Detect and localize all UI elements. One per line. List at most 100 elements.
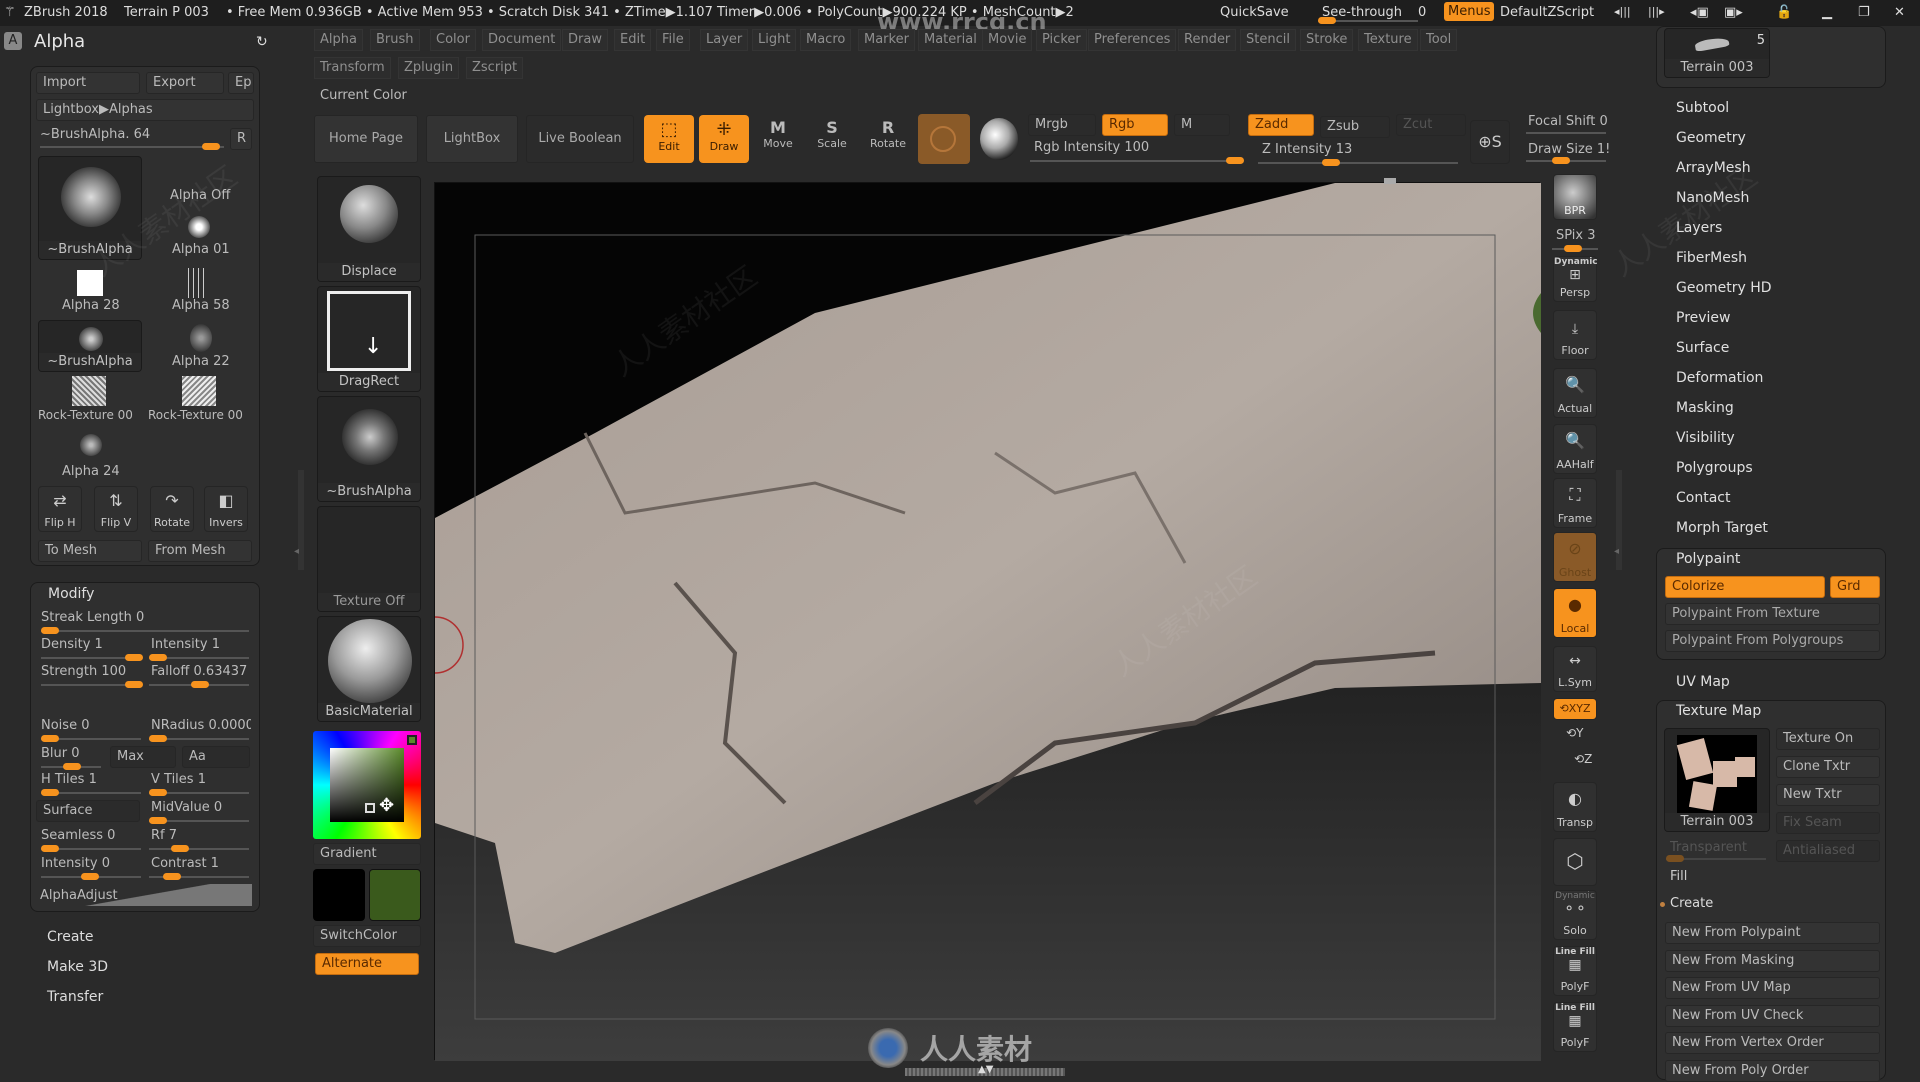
- restore-icon[interactable]: ❐: [1858, 5, 1870, 20]
- close-icon[interactable]: ✕: [1894, 5, 1905, 20]
- xyz-rotate-button[interactable]: ⟲XYZ: [1553, 698, 1597, 720]
- menu-file[interactable]: File: [656, 29, 690, 51]
- draw-size-slider[interactable]: [1526, 157, 1606, 164]
- draw-button[interactable]: ⁜ Draw: [699, 115, 749, 163]
- rock-texture-preview-2[interactable]: [182, 376, 216, 406]
- tool-subpalette-morph-target[interactable]: Morph Target: [1676, 520, 1768, 536]
- menu-render[interactable]: Render: [1178, 29, 1237, 51]
- tool-subpalette-surface[interactable]: Surface: [1676, 340, 1729, 356]
- zsub-button[interactable]: Zsub: [1320, 116, 1390, 138]
- cube-button[interactable]: ⬡: [1553, 838, 1597, 886]
- colorize-button[interactable]: Colorize: [1665, 576, 1825, 598]
- rf-slider[interactable]: [149, 845, 249, 852]
- tool-subpalette-preview[interactable]: Preview: [1676, 310, 1731, 326]
- streak-length-slider[interactable]: [41, 627, 249, 634]
- rock-texture-preview-1[interactable]: [72, 376, 106, 406]
- focal-shift-slider[interactable]: [1526, 132, 1606, 134]
- tool-subpalette-arraymesh[interactable]: ArrayMesh: [1676, 160, 1751, 176]
- polypaint-from-texture-button[interactable]: Polypaint From Texture: [1665, 603, 1880, 625]
- intensity-adjust-slider[interactable]: [41, 873, 141, 880]
- texture-new-from-polypaint-button[interactable]: New From Polypaint: [1665, 922, 1880, 944]
- refresh-icon[interactable]: ↻: [256, 34, 268, 50]
- secondary-color-swatch[interactable]: [369, 869, 421, 921]
- mrgb-button[interactable]: Mrgb: [1028, 114, 1096, 136]
- material-button[interactable]: BasicMaterial: [317, 616, 421, 722]
- new-txtr-button[interactable]: New Txtr: [1776, 784, 1880, 806]
- texture-new-from-uv-check-button[interactable]: New From UV Check: [1665, 1004, 1880, 1027]
- clone-txtr-button[interactable]: Clone Txtr: [1776, 756, 1880, 778]
- menu-brush[interactable]: Brush: [370, 29, 420, 51]
- invert-button[interactable]: ◧ Invers: [204, 486, 248, 532]
- quicksave-button[interactable]: QuickSave: [1220, 5, 1289, 20]
- shrink-ui-icon[interactable]: ◂|||: [1614, 5, 1631, 18]
- menu-stencil[interactable]: Stencil: [1240, 29, 1296, 51]
- brush-button[interactable]: Displace: [317, 176, 421, 282]
- import-button[interactable]: Import: [36, 72, 140, 94]
- alpha-thumb-brushalpha[interactable]: ~BrushAlpha: [38, 156, 142, 260]
- tool-subpalette-fibermesh[interactable]: FiberMesh: [1676, 250, 1747, 266]
- rotate-tool-button[interactable]: R Rotate: [866, 118, 910, 162]
- flip-v-button[interactable]: ⇅ Flip V: [94, 486, 138, 532]
- ep-button[interactable]: Ep: [228, 72, 254, 94]
- tool-subpalette-masking[interactable]: Masking: [1676, 400, 1734, 416]
- minimize-icon[interactable]: ▁: [1822, 5, 1832, 20]
- z-rotate-button[interactable]: ⟲Z: [1574, 752, 1592, 766]
- intensity-slider[interactable]: [149, 654, 249, 661]
- alternate-button[interactable]: Alternate: [315, 953, 419, 975]
- nradius-slider[interactable]: [149, 735, 249, 742]
- brushalpha-slider[interactable]: [40, 143, 224, 150]
- switch-color-button[interactable]: SwitchColor: [313, 925, 421, 947]
- menu-tool[interactable]: Tool: [1420, 29, 1458, 51]
- layout-prev-icon[interactable]: ◂▣: [1690, 5, 1709, 20]
- flip-h-button[interactable]: ⇄ Flip H: [38, 486, 82, 532]
- tool-subpalette-geometry[interactable]: Geometry: [1676, 130, 1746, 146]
- menu-movie[interactable]: Movie: [982, 29, 1033, 51]
- zadd-button[interactable]: Zadd: [1248, 114, 1314, 136]
- contrast-slider[interactable]: [149, 873, 249, 880]
- menus-toggle[interactable]: Menus: [1444, 2, 1495, 21]
- menu-macro[interactable]: Macro: [800, 29, 852, 51]
- move-button[interactable]: M Move: [756, 118, 800, 162]
- texture-thumb[interactable]: Terrain 003: [1664, 728, 1770, 832]
- local-button[interactable]: ● Local: [1553, 588, 1597, 638]
- bpr-button[interactable]: BPR: [1553, 174, 1597, 220]
- texture-new-from-uv-map-button[interactable]: New From UV Map: [1665, 977, 1880, 999]
- fix-seam-button[interactable]: Fix Seam: [1776, 812, 1880, 834]
- layout-next-icon[interactable]: ▣▸: [1724, 5, 1743, 20]
- to-mesh-button[interactable]: To Mesh: [38, 540, 142, 562]
- tool-subpalette-nanomesh[interactable]: NanoMesh: [1676, 190, 1749, 206]
- menu-color[interactable]: Color: [430, 29, 476, 51]
- texture-on-button[interactable]: Texture On: [1776, 728, 1880, 750]
- menu-transform[interactable]: Transform: [314, 57, 391, 79]
- gradient-button[interactable]: Gradient: [313, 843, 421, 865]
- reset-button[interactable]: R: [230, 128, 252, 150]
- alpha-28-preview[interactable]: [77, 270, 103, 296]
- alpha-24-preview[interactable]: [80, 434, 102, 456]
- subtool-thumb[interactable]: 5 Terrain 003: [1664, 28, 1770, 78]
- rgb-intensity-slider[interactable]: [1030, 157, 1244, 164]
- seamless-slider[interactable]: [41, 845, 141, 852]
- alpha-01-preview[interactable]: [188, 216, 210, 238]
- color-picker-cursor[interactable]: [365, 803, 375, 813]
- texture-map-title[interactable]: Texture Map: [1676, 703, 1761, 719]
- menu-preferences[interactable]: Preferences: [1088, 29, 1177, 51]
- menu-stroke[interactable]: Stroke: [1300, 29, 1354, 51]
- menu-texture[interactable]: Texture: [1358, 29, 1418, 51]
- material-sphere-button[interactable]: [918, 114, 970, 164]
- alpha-button[interactable]: ~BrushAlpha: [317, 396, 421, 502]
- polyf-button[interactable]: Line Fill ▦ PolyF: [1553, 946, 1597, 996]
- lsym-button[interactable]: ↔ L.Sym: [1553, 646, 1597, 692]
- transp-button[interactable]: ◐ Transp: [1553, 782, 1597, 832]
- grd-button[interactable]: Grd: [1830, 576, 1880, 598]
- lightbox-alphas-button[interactable]: Lightbox▶Alphas: [36, 99, 254, 121]
- ghost-button[interactable]: ⊘ Ghost: [1553, 532, 1597, 582]
- menu-draw[interactable]: Draw: [562, 29, 608, 51]
- max-button[interactable]: Max: [110, 746, 176, 768]
- lightbox-button[interactable]: LightBox: [426, 115, 518, 163]
- tool-subpalette-layers[interactable]: Layers: [1676, 220, 1722, 236]
- menu-zplugin[interactable]: Zplugin: [398, 57, 460, 79]
- alpha-off-label[interactable]: Alpha Off: [170, 188, 230, 203]
- v-tiles-slider[interactable]: [149, 789, 249, 796]
- rotate-button[interactable]: ↷ Rotate: [150, 486, 194, 532]
- create-subpalette[interactable]: Create: [47, 929, 94, 945]
